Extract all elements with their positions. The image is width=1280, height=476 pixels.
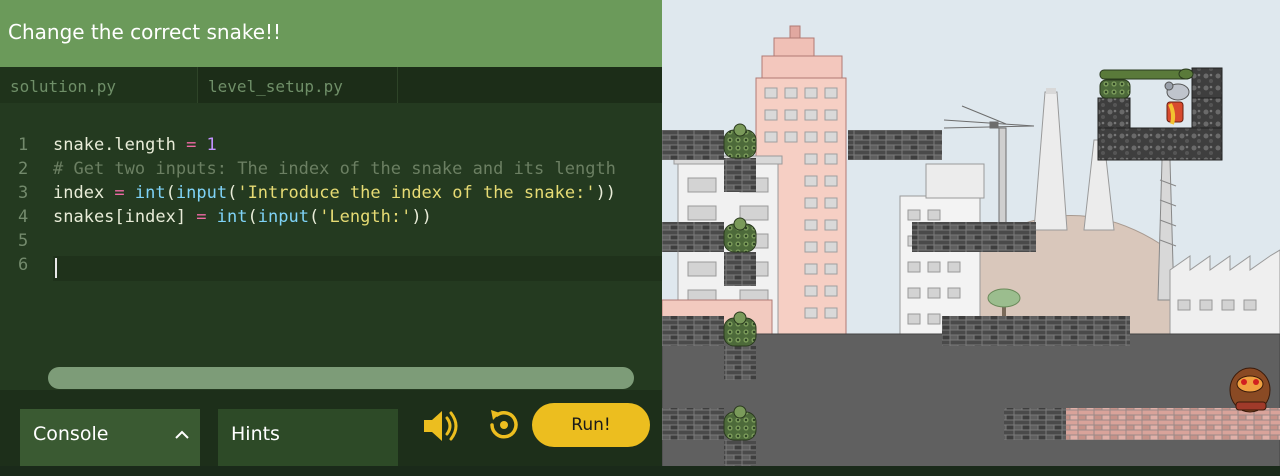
chevron-up-icon (175, 430, 189, 439)
console-tab[interactable]: Console (20, 409, 200, 466)
level-title-bar: Change the correct snake!! (0, 0, 662, 67)
code-token: snakes[index] (53, 207, 197, 227)
speaker-icon[interactable] (420, 405, 462, 447)
code-token: ( (165, 183, 176, 203)
line-number: 6 (18, 255, 29, 275)
current-line-highlight (53, 256, 662, 281)
code-token: int (134, 183, 166, 203)
line-number: 2 (18, 159, 29, 179)
code-token: 'Length:' (319, 207, 412, 227)
code-editor[interactable]: 1 2 3 4 5 6 snake.length = 1 # Get two inputs:… (0, 103, 662, 390)
run-button[interactable]: Run! (532, 403, 650, 447)
code-token: = (196, 207, 207, 227)
tab-level-setup-py[interactable]: level_setup.py (198, 67, 398, 103)
code-token: int (216, 207, 248, 227)
game-view (662, 0, 1280, 476)
code-line[interactable]: snakes[index] = int(input('Length:')) (53, 207, 432, 227)
reset-icon[interactable] (484, 405, 524, 445)
hints-tab-label: Hints (231, 423, 280, 445)
code-line[interactable]: index = int(input('Introduce the index o… (53, 183, 616, 203)
factory-right (1169, 249, 1280, 337)
game-scene (662, 0, 1280, 476)
level-title: Change the correct snake!! (8, 20, 282, 44)
bottom-edge-strip (0, 466, 1280, 476)
horizontal-scrollbar[interactable] (48, 367, 634, 389)
line-number: 3 (18, 183, 29, 203)
code-token: )) (595, 183, 617, 203)
line-number: 1 (18, 135, 29, 155)
text-cursor (55, 258, 57, 278)
hints-tab[interactable]: Hints (218, 409, 398, 466)
line-number: 4 (18, 207, 29, 227)
code-token: index (53, 183, 115, 203)
code-token: input (257, 207, 309, 227)
code-token: ( (247, 207, 258, 227)
code-token: input (175, 183, 228, 203)
code-token: ( (227, 183, 238, 203)
tab-solution-py[interactable]: solution.py (0, 67, 198, 103)
code-token: = (114, 183, 125, 203)
code-panel: Change the correct snake!! solution.py l… (0, 0, 662, 476)
file-tabs: solution.py level_setup.py (0, 67, 662, 103)
code-line[interactable]: # Get two inputs: The index of the snake… (53, 159, 616, 179)
monkey-character (1229, 367, 1271, 413)
code-token: = (186, 135, 197, 155)
line-number: 5 (18, 231, 29, 251)
code-token: 1 (196, 135, 217, 155)
code-token: ( (308, 207, 320, 227)
code-token: 'Introduce the index of the snake:' (237, 183, 596, 203)
code-token: snake.length (53, 135, 187, 155)
code-token: # Get two inputs: The index of the snake… (53, 159, 616, 179)
code-token: )) (411, 207, 432, 227)
code-line[interactable]: snake.length = 1 (53, 135, 217, 155)
console-tab-label: Console (33, 423, 109, 445)
